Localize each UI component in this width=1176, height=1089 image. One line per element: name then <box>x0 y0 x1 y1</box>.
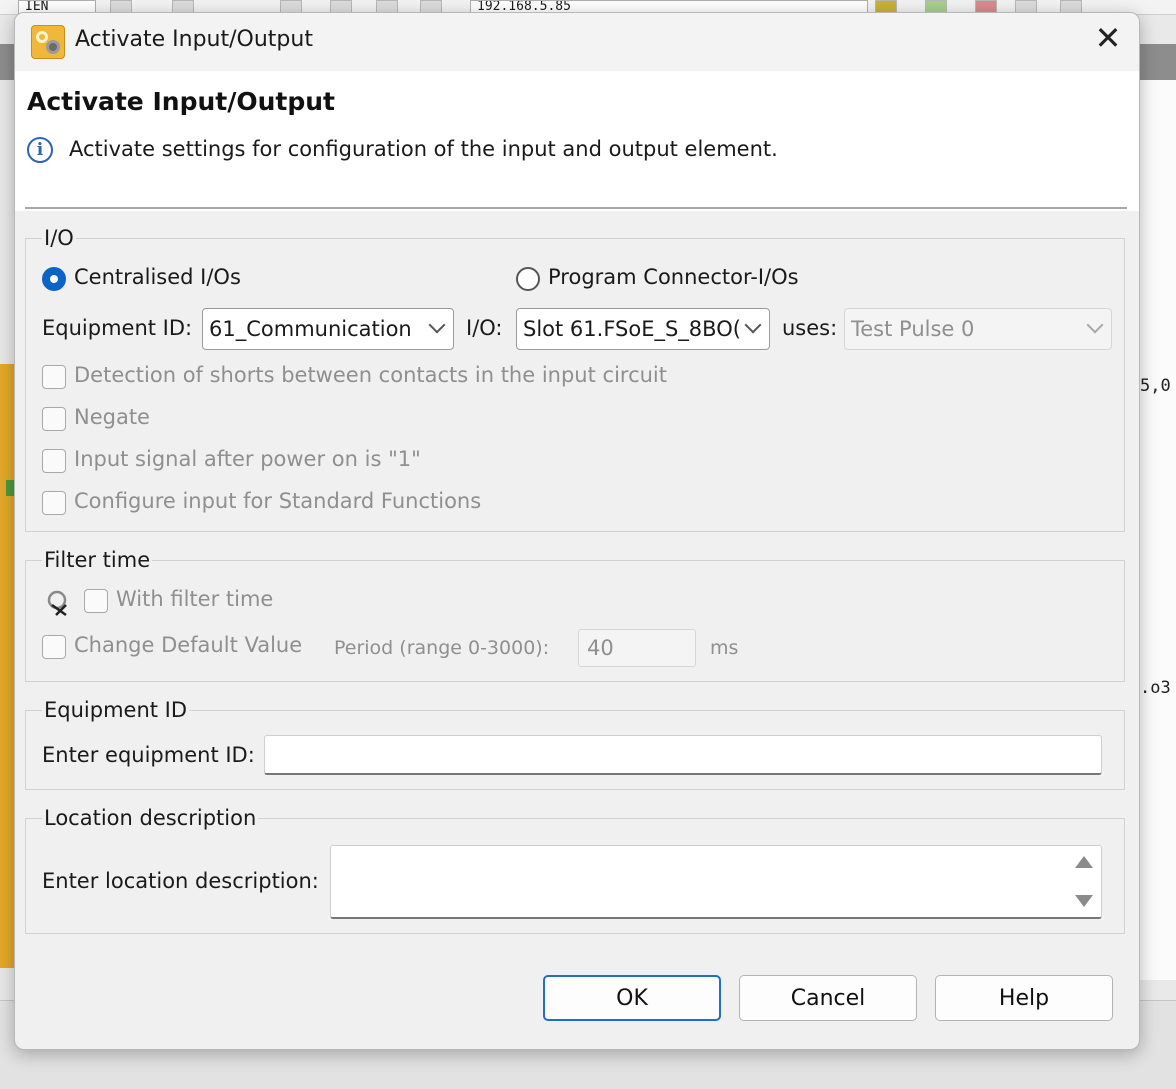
info-icon: i <box>27 137 53 163</box>
chevron-down-icon <box>744 316 762 334</box>
chevron-down-icon <box>1086 316 1104 334</box>
background-tabbar <box>1136 44 1176 80</box>
period-input[interactable]: 40 <box>578 629 696 667</box>
ok-button[interactable]: OK <box>543 975 721 1021</box>
program-connector-io-label[interactable]: Program Connector-I/Os <box>548 265 799 289</box>
uses-select[interactable]: Test Pulse 0 <box>844 308 1112 350</box>
help-button[interactable]: Help <box>935 975 1113 1021</box>
period-value: 40 <box>587 636 614 660</box>
negate-label: Negate <box>74 405 150 429</box>
io-select[interactable]: Slot 61.FSoE_S_8BO( <box>516 308 770 350</box>
equipment-id-input[interactable] <box>264 735 1102 775</box>
equipment-id-group: Equipment ID Enter equipment ID: <box>25 698 1125 790</box>
background-editor <box>1138 80 1176 980</box>
filter-time-legend: Filter time <box>42 548 153 572</box>
centralised-io-radio[interactable] <box>42 267 66 291</box>
io-group-legend: I/O <box>42 226 76 250</box>
io-group: I/O Centralised I/Os Program Connector-I… <box>25 226 1125 532</box>
equipment-id-select[interactable]: 61_Communication <box>202 308 454 350</box>
detection-shorts-label: Detection of shorts between contacts in … <box>74 363 668 387</box>
location-description-legend: Location description <box>42 806 259 830</box>
standard-functions-checkbox[interactable] <box>42 491 66 515</box>
chevron-down-icon <box>428 316 446 334</box>
uses-value: Test Pulse 0 <box>851 317 975 341</box>
close-button[interactable]: ✕ <box>1077 13 1139 65</box>
location-description-textarea[interactable] <box>330 845 1102 919</box>
input-signal-power-on-label: Input signal after power on is "1" <box>74 447 421 471</box>
activate-io-dialog: Activate Input/Output ✕ Activate Input/O… <box>14 12 1140 1050</box>
background-code-text: .o3 <box>1140 678 1171 698</box>
uses-label: uses: <box>782 316 838 340</box>
standard-functions-label: Configure input for Standard Functions <box>74 489 482 513</box>
with-filter-time-checkbox[interactable] <box>84 589 108 613</box>
scroll-up-icon[interactable] <box>1075 856 1093 868</box>
io-value: Slot 61.FSoE_S_8BO( <box>523 317 741 341</box>
equipment-id-legend: Equipment ID <box>42 698 190 722</box>
background-marker <box>6 480 14 496</box>
header-separator <box>25 207 1127 209</box>
scroll-down-icon[interactable] <box>1075 895 1093 907</box>
app-gear-icon <box>31 25 65 59</box>
program-connector-io-radio[interactable] <box>516 267 540 291</box>
negate-checkbox[interactable] <box>42 407 66 431</box>
dialog-title: Activate Input/Output <box>75 27 313 52</box>
filter-tool-icon <box>47 590 67 617</box>
cancel-button[interactable]: Cancel <box>739 975 917 1021</box>
location-description-group: Location description Enter location desc… <box>25 806 1125 934</box>
enter-location-description-label: Enter location description: <box>42 869 319 893</box>
dialog-header: Activate Input/Output i Activate setting… <box>15 71 1139 211</box>
input-signal-power-on-checkbox[interactable] <box>42 449 66 473</box>
period-unit: ms <box>710 637 739 659</box>
page-title: Activate Input/Output <box>27 87 335 116</box>
change-default-value-label: Change Default Value <box>74 633 303 657</box>
with-filter-time-label: With filter time <box>116 587 274 611</box>
background-panel <box>0 364 14 968</box>
period-label: Period (range 0-3000): <box>334 637 550 659</box>
background-code-text: 5,0 <box>1140 376 1171 396</box>
filter-time-group: Filter time With filter time Change Defa… <box>25 548 1125 682</box>
change-default-value-checkbox[interactable] <box>42 635 66 659</box>
detection-shorts-checkbox[interactable] <box>42 365 66 389</box>
dialog-titlebar: Activate Input/Output ✕ <box>15 13 1139 71</box>
enter-equipment-id-label: Enter equipment ID: <box>42 743 255 767</box>
dialog-description: Activate settings for configuration of t… <box>69 137 778 161</box>
equipment-id-value: 61_Communication <box>209 317 412 341</box>
centralised-io-label[interactable]: Centralised I/Os <box>74 265 241 289</box>
io-label: I/O: <box>466 316 503 340</box>
equipment-id-label: Equipment ID: <box>42 316 193 340</box>
